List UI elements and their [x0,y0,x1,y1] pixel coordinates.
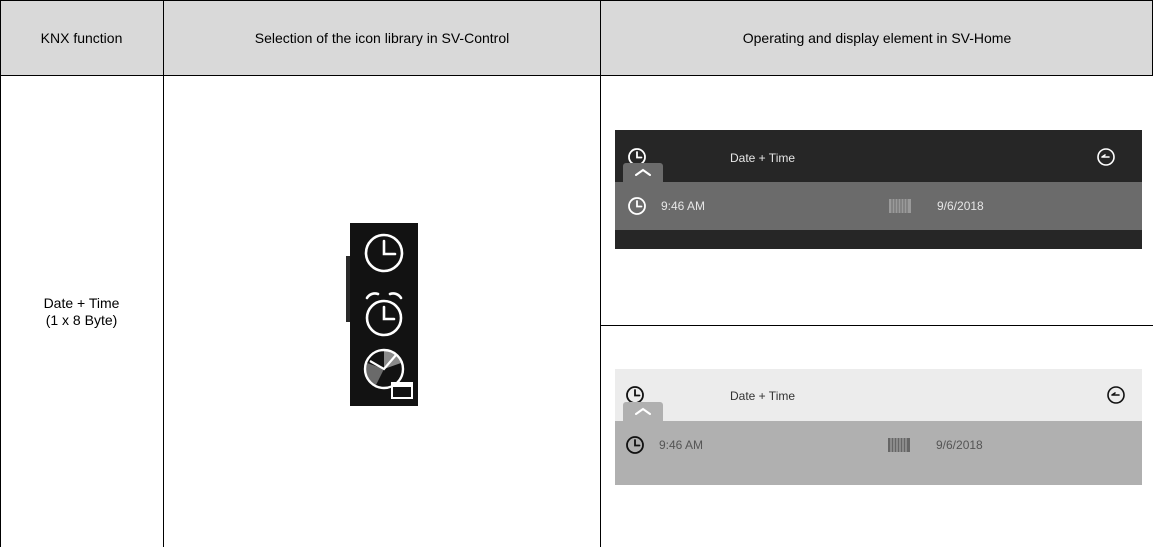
widget-dark-title: Date + Time [730,151,796,165]
calendar-icon [888,438,910,452]
widget-dark-time: 9:46 AM [661,199,706,213]
widget-dark: Date + Time 9:46 AM 9/6/2018 [615,130,1142,249]
column-divider-1 [163,0,164,547]
widget-light-date: 9/6/2018 [936,438,983,452]
widget-light-header: Date + Time [615,369,1142,421]
widget-light: Date + Time 9:46 AM 9/6/2018 [615,369,1142,485]
function-table: KNX function Selection of the icon libra… [0,0,1153,547]
header-divider [0,75,1153,76]
table-border-top [0,0,1153,1]
collapse-tab[interactable] [623,163,663,182]
header-knx-function: KNX function [0,0,163,75]
options-icon[interactable] [1096,147,1116,167]
widget-dark-header: Date + Time [615,130,1142,182]
header-sv-home-label: Operating and display element in SV-Home [742,29,1012,46]
widget-light-values: 9:46 AM 9/6/2018 [615,421,1142,485]
widget-dark-date: 9/6/2018 [937,199,984,213]
chevron-up-icon [635,407,651,415]
header-knx-function-label: KNX function [40,29,123,46]
calendar-icon [889,199,911,213]
clock-icon[interactable] [364,233,404,273]
options-icon[interactable] [1106,385,1126,405]
table-border-left [0,0,1,547]
timer-calendar-icon[interactable] [363,348,413,399]
function-size: (1 x 8 Byte) [45,312,118,328]
column-divider-2 [600,0,601,547]
clock-icon [628,197,646,215]
function-name: Date + Time [43,295,120,311]
chevron-up-icon [635,168,651,176]
header-icon-library-label: Selection of the icon library in SV-Cont… [254,29,510,46]
icon-library-strip [350,223,418,406]
header-sv-home: Operating and display element in SV-Home [601,0,1153,75]
alarm-clock-icon[interactable] [365,292,403,337]
icon-library-graphics [363,233,413,399]
widget-light-time: 9:46 AM [659,438,704,452]
collapse-tab[interactable] [623,402,663,421]
widget-dark-values: 9:46 AM 9/6/2018 [615,182,1142,230]
knx-function-cell: Date + Time (1 x 8 Byte) [0,295,163,329]
header-icon-library: Selection of the icon library in SV-Cont… [164,0,600,75]
widget-light-title: Date + Time [730,389,796,403]
clock-icon [626,436,644,454]
row-divider [601,325,1153,326]
